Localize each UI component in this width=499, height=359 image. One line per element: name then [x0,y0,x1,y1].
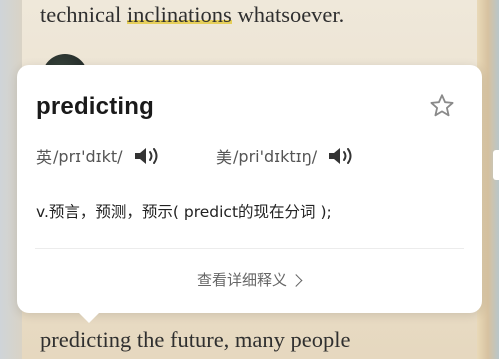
book-text-line-bottom: predicting the future, many people [40,327,351,352]
side-handle[interactable] [493,150,499,180]
pronunciation-us-label: 美 [216,148,233,167]
chevron-right-icon [289,274,303,287]
view-details-link[interactable]: 查看详细释义 [17,269,482,290]
speaker-icon[interactable] [133,145,161,167]
dictionary-popup: predicting 英 /prɪ'dɪkt/ 美 /pri'dɪktɪŋ/ v… [17,65,482,313]
book-text-line-top: technical inclinations whatsoever. [40,2,344,28]
pronunciation-uk-ipa: /prɪ'dɪkt/ [53,146,123,166]
pronunciation-us-ipa: /pri'dɪktɪŋ/ [233,146,318,166]
definition-text: v.预言，预测，预示( predict的现在分词 ); [36,203,332,221]
pronunciation-uk: 英 /prɪ'dɪkt/ [36,144,161,168]
divider [35,248,464,249]
book-text-pre: technical [40,2,127,27]
popup-pointer [77,311,101,323]
pronunciation-uk-label: 英 [36,148,53,167]
popup-word: predicting [36,93,155,120]
speaker-icon[interactable] [327,145,355,167]
view-details-label: 查看详细释义 [196,271,287,289]
highlighted-word[interactable]: inclinations [126,2,232,27]
star-outline-icon[interactable] [428,92,456,120]
book-text-post: whatsoever. [231,2,345,27]
pronunciation-us: 美 /pri'dɪktɪŋ/ [216,144,355,168]
